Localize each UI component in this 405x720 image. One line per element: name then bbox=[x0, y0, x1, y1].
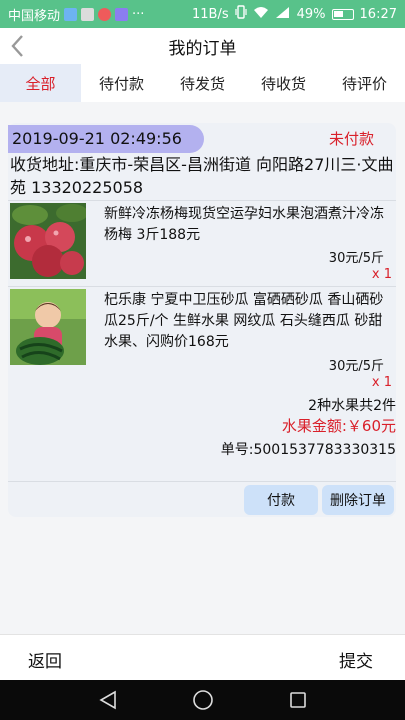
product-price: 30元/5斤 bbox=[328, 359, 384, 374]
tab-pending-review[interactable]: 待评价 bbox=[324, 64, 405, 102]
more-notifications-icon: ··· bbox=[132, 6, 145, 22]
carrier-label: 中国移动 bbox=[8, 8, 61, 24]
bottom-bar: 返回 提交 bbox=[0, 634, 405, 680]
order-status: 未付款 bbox=[328, 130, 374, 148]
nav-back-icon[interactable] bbox=[96, 688, 120, 712]
weibo-notification-icon bbox=[98, 7, 112, 21]
order-item[interactable]: 新鲜冷冻杨梅现货空运孕妇水果泡酒煮汁冷冻杨梅 3斤188元 30元/5斤 x 1 bbox=[8, 201, 396, 285]
image-notification-icon bbox=[81, 7, 95, 21]
product-quantity: x 1 bbox=[371, 267, 392, 282]
order-datetime: 2019-09-21 02:49:56 bbox=[8, 125, 204, 153]
product-price: 30元/5斤 bbox=[328, 251, 384, 266]
product-name: 新鲜冷冻杨梅现货空运孕妇水果泡酒煮汁冷冻杨梅 3斤188元 bbox=[104, 206, 384, 243]
battery-icon bbox=[331, 8, 354, 20]
tab-pending-receipt[interactable]: 待收货 bbox=[243, 64, 324, 102]
shipping-address: 收货地址:重庆市-荣昌区-昌洲街道 向阳路27川三·文曲苑 1332022505… bbox=[10, 155, 394, 197]
message-notification-icon bbox=[115, 7, 129, 21]
vibrate-icon bbox=[235, 5, 247, 23]
title-bar: 我的订单 bbox=[0, 28, 405, 64]
product-quantity: x 1 bbox=[371, 375, 392, 390]
order-tabs: 全部 待付款 待发货 待收货 待评价 bbox=[0, 64, 405, 102]
system-navigation-bar bbox=[0, 680, 405, 720]
amount-label: 水果金额: bbox=[281, 417, 347, 435]
wifi-icon bbox=[253, 6, 269, 23]
signal-icon bbox=[275, 6, 291, 23]
page-title: 我的订单 bbox=[168, 38, 237, 59]
product-image-watermelon bbox=[10, 289, 86, 365]
order-item[interactable]: 杞乐康 宁夏中卫压砂瓜 富硒硒砂瓜 香山硒砂瓜25斤/个 生鲜水果 网纹瓜 石头… bbox=[8, 287, 396, 393]
product-name: 杞乐康 宁夏中卫压砂瓜 富硒硒砂瓜 香山硒砂瓜25斤/个 生鲜水果 网纹瓜 石头… bbox=[104, 292, 384, 350]
nav-recents-icon[interactable] bbox=[286, 688, 310, 712]
product-image-bayberry bbox=[10, 203, 86, 279]
order-amount: 水果金额:￥60元 bbox=[282, 415, 396, 436]
back-arrow-icon[interactable] bbox=[10, 34, 24, 62]
nav-home-icon[interactable] bbox=[191, 688, 215, 712]
tab-all[interactable]: 全部 bbox=[0, 64, 81, 102]
battery-percent: 49% bbox=[296, 6, 326, 22]
order-summary: 2种水果共2件 bbox=[308, 398, 396, 414]
app-notification-icon bbox=[64, 7, 78, 21]
clock: 16:27 bbox=[359, 6, 397, 22]
tab-pending-shipment[interactable]: 待发货 bbox=[162, 64, 243, 102]
status-bar: 中国移动 ··· 11B/s 49% 16:27 bbox=[0, 0, 405, 28]
order-card[interactable]: 2019-09-21 02:49:56 未付款 收货地址:重庆市-荣昌区-昌洲街… bbox=[8, 123, 396, 517]
back-button[interactable]: 返回 bbox=[28, 647, 62, 672]
order-actions: 付款 删除订单 bbox=[8, 481, 396, 517]
order-number: 单号:5001537783330315 bbox=[220, 442, 396, 458]
amount-value: ￥60元 bbox=[346, 417, 396, 435]
pay-button[interactable]: 付款 bbox=[244, 485, 318, 515]
delete-order-button[interactable]: 删除订单 bbox=[322, 485, 394, 515]
tab-pending-payment[interactable]: 待付款 bbox=[81, 64, 162, 102]
submit-button[interactable]: 提交 bbox=[339, 647, 373, 672]
network-speed: 11B/s bbox=[192, 6, 229, 22]
